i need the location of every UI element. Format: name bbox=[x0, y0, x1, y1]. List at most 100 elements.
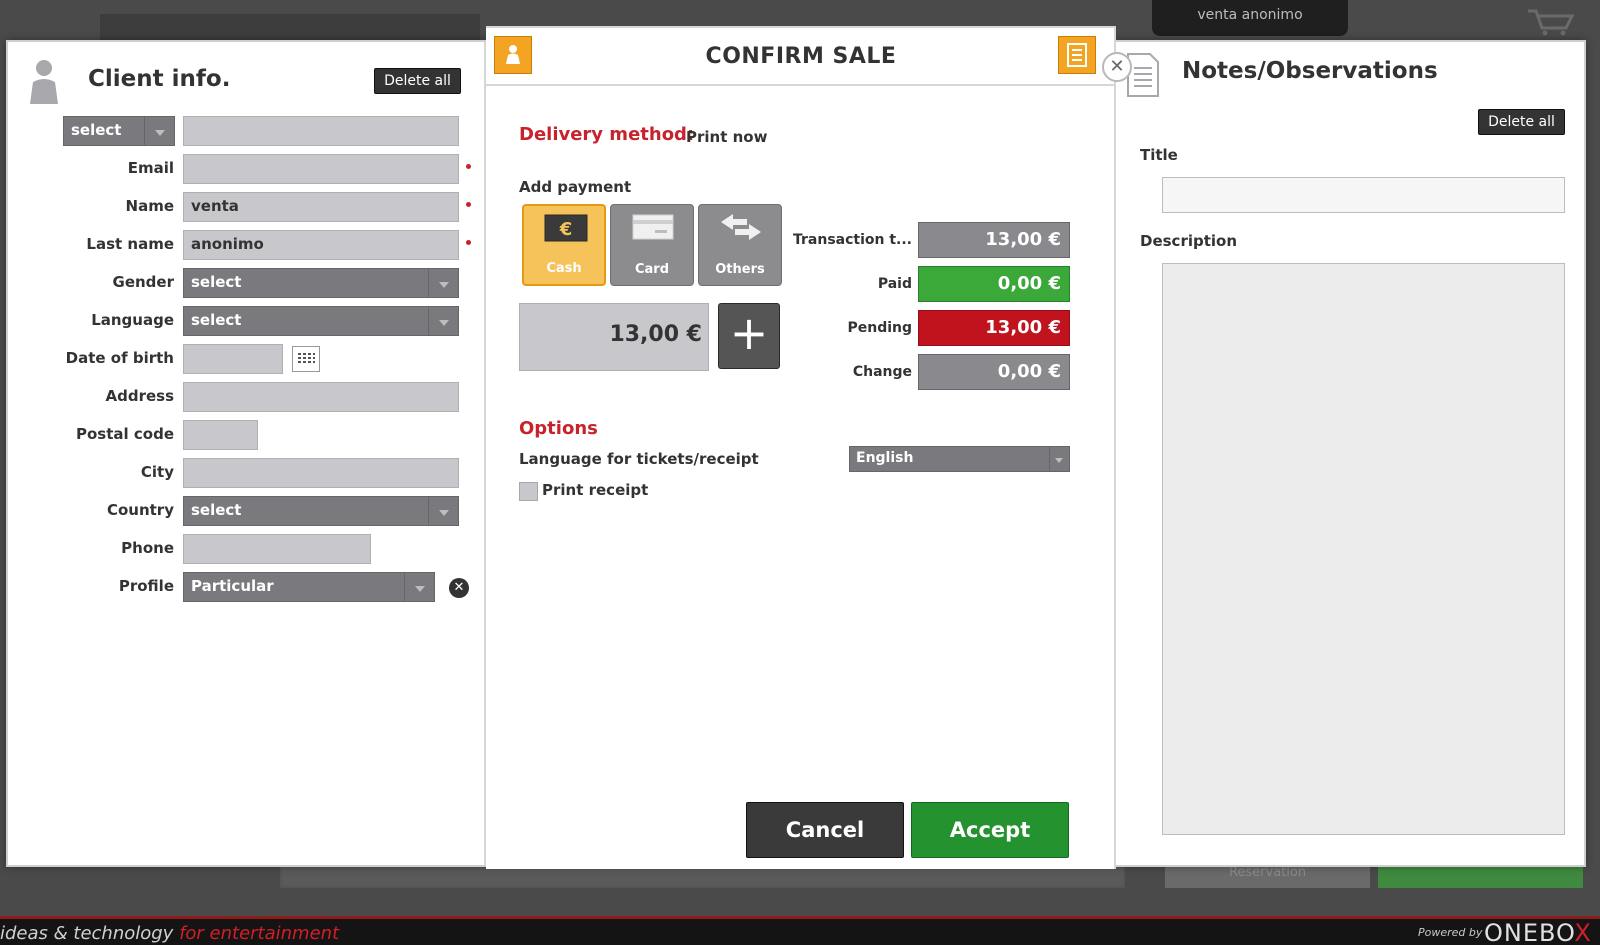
cash-icon: € bbox=[544, 214, 588, 242]
transaction-total-label: Transaction t... bbox=[792, 232, 912, 248]
chevron-down-icon bbox=[144, 117, 174, 145]
change-value: 0,00 € bbox=[918, 354, 1070, 390]
plus-icon: + bbox=[729, 306, 769, 360]
credit-card-icon bbox=[632, 214, 674, 240]
country-row: Country select bbox=[8, 496, 478, 526]
footer-brand-logo: ONEBOX bbox=[1484, 919, 1592, 945]
chevron-down-icon bbox=[428, 497, 458, 525]
footer-powered-by: Powered by bbox=[1418, 926, 1483, 939]
notes-title: Notes/Observations bbox=[1182, 58, 1438, 84]
city-label: City bbox=[140, 463, 174, 481]
client-title-input[interactable] bbox=[183, 116, 459, 146]
pending-label: Pending bbox=[847, 320, 912, 336]
client-info-title: Client info. bbox=[88, 66, 231, 92]
pending-value: 13,00 € bbox=[918, 310, 1070, 346]
chevron-down-icon bbox=[1049, 447, 1069, 471]
required-marker bbox=[466, 202, 471, 207]
payment-cash-button[interactable]: € Cash bbox=[522, 204, 606, 286]
payment-others-button[interactable]: Others bbox=[698, 204, 782, 286]
language-row: Language select bbox=[8, 306, 478, 336]
last-name-field[interactable]: anonimo bbox=[183, 230, 459, 260]
name-label: Name bbox=[125, 197, 174, 215]
birth-label: Date of birth bbox=[65, 349, 174, 367]
exchange-arrows-icon bbox=[721, 214, 761, 240]
ticket-language-select[interactable]: English bbox=[849, 446, 1070, 472]
phone-field[interactable] bbox=[183, 534, 371, 564]
print-receipt-label: Print receipt bbox=[542, 481, 649, 499]
cancel-button[interactable]: Cancel bbox=[746, 802, 904, 858]
email-row: Email bbox=[8, 154, 478, 184]
user-icon bbox=[30, 60, 58, 104]
phone-label: Phone bbox=[121, 539, 174, 557]
address-field[interactable] bbox=[183, 382, 459, 412]
required-marker bbox=[466, 240, 471, 245]
chevron-down-icon bbox=[428, 307, 458, 335]
paid-label: Paid bbox=[877, 276, 912, 292]
header-divider bbox=[486, 84, 1114, 86]
close-icon: ✕ bbox=[1109, 56, 1125, 77]
document-icon bbox=[1067, 43, 1087, 67]
profile-row: Profile Particular ✕ bbox=[8, 572, 478, 602]
chevron-down-icon bbox=[404, 573, 434, 601]
delivery-method-value: Print now bbox=[686, 128, 768, 146]
profile-select[interactable]: Particular bbox=[183, 572, 435, 602]
name-field[interactable]: venta bbox=[183, 192, 459, 222]
postal-code-field[interactable] bbox=[183, 420, 258, 450]
notes-toggle-button[interactable] bbox=[1058, 36, 1096, 74]
country-label: Country bbox=[106, 501, 174, 519]
print-receipt-checkbox[interactable] bbox=[519, 482, 538, 501]
options-label: Options bbox=[519, 418, 598, 439]
note-description-label: Description bbox=[1140, 232, 1238, 250]
chevron-down-icon bbox=[428, 269, 458, 297]
payment-card-button[interactable]: Card bbox=[610, 204, 694, 286]
ticket-language-label: Language for tickets/receipt bbox=[519, 450, 759, 468]
postal-code-label: Postal code bbox=[76, 425, 174, 443]
client-delete-all-button[interactable]: Delete all bbox=[374, 68, 461, 94]
name-row: Name venta bbox=[8, 192, 478, 222]
language-select[interactable]: select bbox=[183, 306, 459, 336]
gender-select[interactable]: select bbox=[183, 268, 459, 298]
note-description-textarea[interactable] bbox=[1162, 263, 1565, 835]
payment-amount-input[interactable]: 13,00 € bbox=[519, 303, 709, 371]
address-row: Address bbox=[8, 382, 478, 412]
change-label: Change bbox=[852, 364, 912, 380]
city-field[interactable] bbox=[183, 458, 459, 488]
add-payment-label: Add payment bbox=[519, 178, 632, 196]
note-title-label: Title bbox=[1140, 146, 1178, 164]
client-title-row: select bbox=[8, 116, 478, 146]
note-title-input[interactable] bbox=[1162, 177, 1565, 213]
background-sale-tab: venta anonimo bbox=[1152, 0, 1348, 36]
confirm-sale-panel: CONFIRM SALE Delivery method: Print now … bbox=[486, 26, 1116, 869]
footer-slogan: ideas & technology for entertainment bbox=[0, 923, 340, 944]
last-name-row: Last name anonimo bbox=[8, 230, 478, 260]
gender-row: Gender select bbox=[8, 268, 478, 298]
email-label: Email bbox=[127, 159, 174, 177]
client-title-select[interactable]: select bbox=[63, 116, 175, 146]
clear-profile-icon[interactable]: ✕ bbox=[449, 578, 469, 598]
delivery-method-label: Delivery method: bbox=[519, 124, 695, 145]
notes-panel: Notes/Observations Delete all Title Desc… bbox=[1116, 42, 1584, 865]
client-info-panel: Client info. Delete all select Email Nam… bbox=[8, 42, 486, 865]
add-payment-button[interactable]: + bbox=[718, 303, 780, 369]
transaction-total-value: 13,00 € bbox=[918, 222, 1070, 258]
email-field[interactable] bbox=[183, 154, 459, 184]
gender-label: Gender bbox=[112, 273, 174, 291]
calendar-icon bbox=[298, 353, 315, 363]
accept-button[interactable]: Accept bbox=[911, 802, 1069, 858]
country-select[interactable]: select bbox=[183, 496, 459, 526]
sale-modal: Client info. Delete all select Email Nam… bbox=[6, 26, 1586, 869]
confirm-sale-title: CONFIRM SALE bbox=[705, 44, 897, 69]
paid-value: 0,00 € bbox=[918, 266, 1070, 302]
footer: ideas & technology for entertainment Pow… bbox=[0, 916, 1600, 945]
postal-code-row: Postal code bbox=[8, 420, 478, 450]
last-name-label: Last name bbox=[86, 235, 174, 253]
notes-delete-all-button[interactable]: Delete all bbox=[1478, 109, 1565, 135]
close-modal-button[interactable]: ✕ bbox=[1102, 52, 1132, 82]
city-row: City bbox=[8, 458, 478, 488]
address-label: Address bbox=[105, 387, 174, 405]
svg-text:€: € bbox=[559, 219, 573, 240]
birth-date-field[interactable] bbox=[183, 344, 283, 374]
calendar-button[interactable] bbox=[292, 346, 320, 372]
cart-icon bbox=[1528, 9, 1575, 36]
language-label: Language bbox=[91, 311, 174, 329]
